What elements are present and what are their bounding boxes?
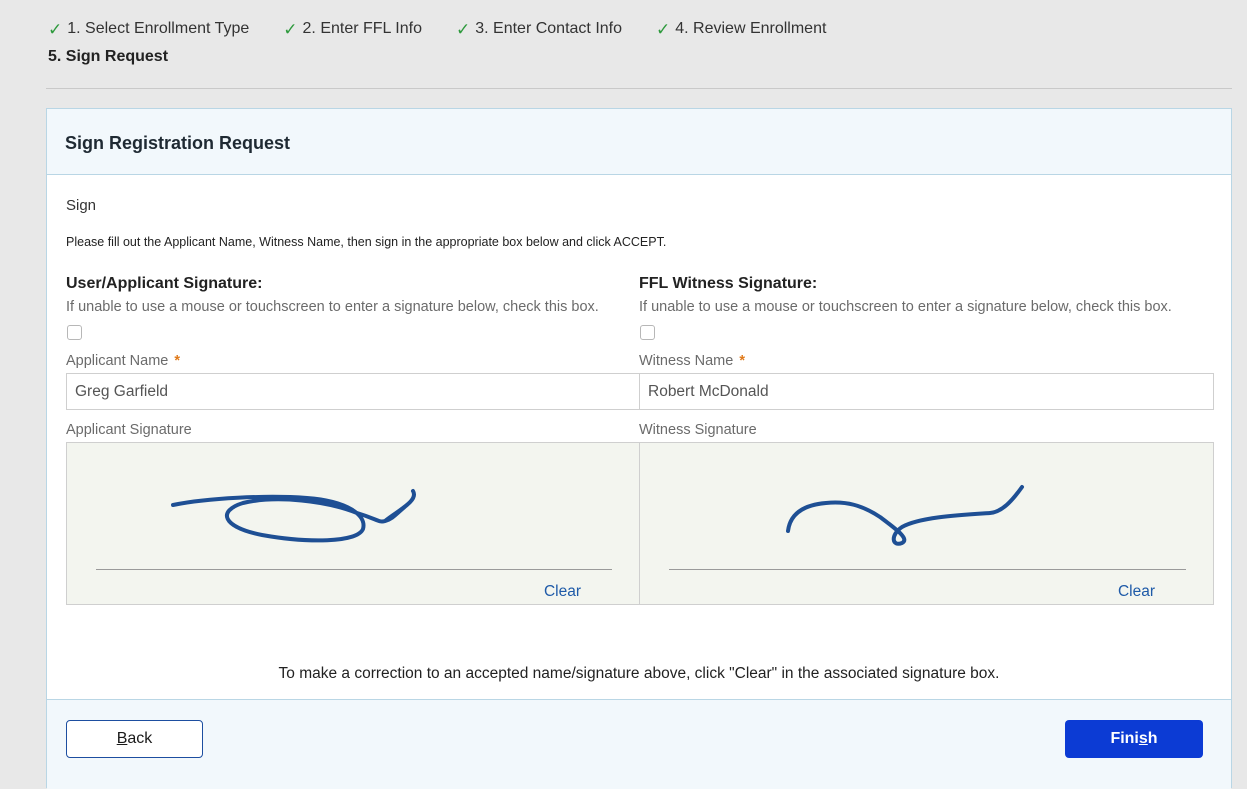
signature-baseline <box>96 569 612 570</box>
witness-signature-label: Witness Signature <box>639 422 757 438</box>
step-review-enrollment: ✓ 4. Review Enrollment <box>656 20 826 38</box>
back-label: ack <box>127 730 153 747</box>
applicant-signature-pad[interactable]: Clear <box>66 442 640 605</box>
card-title: Sign Registration Request <box>47 109 1231 175</box>
applicant-no-mouse-checkbox[interactable] <box>67 325 82 340</box>
applicant-signature-stroke <box>171 489 416 543</box>
witness-no-mouse-checkbox[interactable] <box>640 325 655 340</box>
witness-signature-section: FFL Witness Signature: If unable to use … <box>639 275 1214 605</box>
enrollment-steps: ✓ 1. Select Enrollment Type ✓ 2. Enter F… <box>48 18 1188 66</box>
applicant-clear-link[interactable]: Clear <box>544 583 581 601</box>
checkmark-icon: ✓ <box>283 19 298 39</box>
applicant-hint: If unable to use a mouse or touchscreen … <box>66 299 599 315</box>
required-icon: * <box>174 353 181 369</box>
finish-accelerator: s <box>1138 730 1148 747</box>
correction-note: To make a correction to an accepted name… <box>278 665 1000 682</box>
instructions-text: Please fill out the Applicant Name, Witn… <box>66 235 667 249</box>
applicant-name-input[interactable] <box>66 373 640 410</box>
checkmark-icon: ✓ <box>48 19 63 39</box>
witness-hint: If unable to use a mouse or touchscreen … <box>639 299 1172 315</box>
sign-registration-card: Sign Registration Request Sign Please fi… <box>46 108 1232 789</box>
finish-label-end: h <box>1147 730 1158 747</box>
applicant-name-label: Applicant Name * <box>66 353 640 371</box>
step-enter-ffl-info: ✓ 2. Enter FFL Info <box>283 20 422 38</box>
applicant-signature-label: Applicant Signature <box>66 422 192 438</box>
back-accelerator: B <box>116 730 128 747</box>
required-icon: * <box>739 353 745 369</box>
step-select-enrollment-type: ✓ 1. Select Enrollment Type <box>48 20 249 38</box>
step-label: 1. Select Enrollment Type <box>67 20 250 37</box>
witness-signature-stroke <box>786 485 1024 546</box>
witness-signature-title: FFL Witness Signature: <box>639 275 818 292</box>
step-label: 3. Enter Contact Info <box>475 20 622 37</box>
back-button[interactable]: Back <box>66 720 203 758</box>
step-enter-contact-info: ✓ 3. Enter Contact Info <box>456 20 622 38</box>
step-label: 4. Review Enrollment <box>675 20 827 37</box>
finish-button[interactable]: Finish <box>1065 720 1203 758</box>
finish-label-start: Fini <box>1110 730 1139 747</box>
witness-name-label-text: Witness Name <box>639 353 734 369</box>
step-label: 2. Enter FFL Info <box>302 20 422 37</box>
applicant-name-label-text: Applicant Name <box>66 353 169 369</box>
witness-clear-link[interactable]: Clear <box>1118 583 1155 601</box>
witness-signature-pad[interactable]: Clear <box>639 442 1214 605</box>
steps-divider <box>46 88 1232 89</box>
completed-steps: ✓ 1. Select Enrollment Type ✓ 2. Enter F… <box>48 18 1188 40</box>
witness-name-label: Witness Name * <box>639 353 1214 371</box>
signature-baseline <box>669 569 1186 570</box>
current-step-label: 5. Sign Request <box>48 48 169 65</box>
checkmark-icon: ✓ <box>656 19 671 39</box>
checkmark-icon: ✓ <box>456 19 471 39</box>
witness-name-input[interactable] <box>639 373 1214 410</box>
applicant-signature-section: User/Applicant Signature: If unable to u… <box>66 275 640 605</box>
applicant-signature-title: User/Applicant Signature: <box>66 275 263 292</box>
section-label: Sign <box>66 197 97 214</box>
